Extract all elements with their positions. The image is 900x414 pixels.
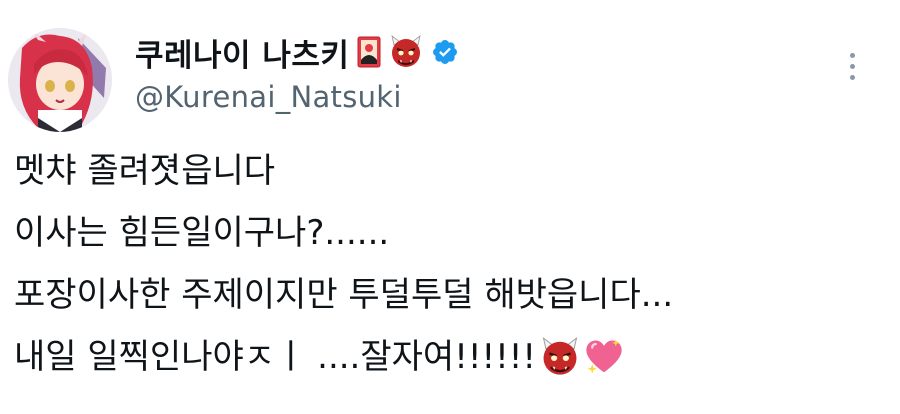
tweet-line-text: 내일 일찍인나야ㅈㅣ ....잘자여!!!!!!	[14, 337, 536, 377]
more-options-button[interactable]	[838, 48, 866, 84]
ogre-icon	[540, 337, 580, 377]
more-vertical-icon-dot	[849, 63, 855, 69]
author-display-name[interactable]: 쿠레나이 나츠키	[135, 30, 349, 75]
more-vertical-icon-dot	[849, 74, 855, 80]
tweet-line-4: 내일 일찍인나야ㅈㅣ ....잘자여!!!!!!	[14, 326, 884, 388]
tweet-line-text: 이사는 힘든일이구나?......	[14, 213, 390, 253]
tweet-header: 쿠레나이 나츠키 @Kurenai_Natsuki	[135, 30, 459, 114]
author-handle[interactable]: @Kurenai_Natsuki	[135, 80, 459, 114]
tweet-line-text: 멧챠 졸려졋읍니다	[14, 151, 276, 191]
author-name-row: 쿠레나이 나츠키	[135, 30, 459, 74]
verified-badge-icon[interactable]	[431, 38, 459, 66]
avatar[interactable]	[8, 28, 112, 132]
avatar-image	[8, 28, 112, 132]
tweet-line-3: 포장이사한 주제이지만 투덜투덜 해밧읍니다...	[14, 264, 884, 326]
tweet-line-text: 포장이사한 주제이지만 투덜투덜 해밧읍니다...	[14, 275, 674, 315]
tweet-text: 멧챠 졸려졋읍니다 이사는 힘든일이구나?...... 포장이사한 주제이지만 …	[14, 140, 884, 388]
hanafuda-card-icon	[357, 36, 381, 68]
sparkling-heart-icon	[584, 337, 624, 377]
tweet-line-2: 이사는 힘든일이구나?......	[14, 202, 884, 264]
tweet-card: 쿠레나이 나츠키 @Kurenai_Natsuki 멧챠 졸려졋읍니다 이사는 …	[0, 0, 900, 414]
ogre-icon	[389, 35, 423, 69]
more-vertical-icon	[849, 52, 855, 58]
tweet-line-1: 멧챠 졸려졋읍니다	[14, 140, 884, 202]
